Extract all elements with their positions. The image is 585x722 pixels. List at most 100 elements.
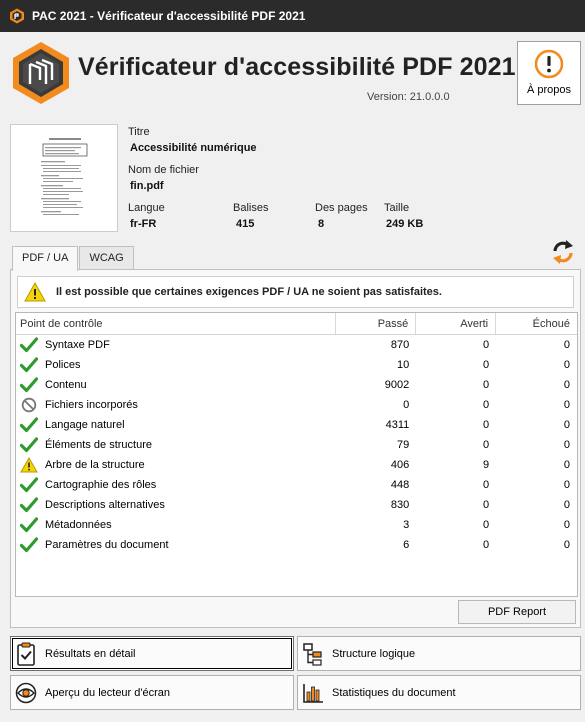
filename-value: fin.pdf (130, 180, 164, 192)
clipboard-check-icon (17, 642, 35, 666)
table-row[interactable]: Langage naturel 4311 0 0 (16, 415, 577, 435)
language-label: Langue (128, 202, 165, 214)
screen-reader-preview-button[interactable]: Aperçu du lecteur d'écran (10, 675, 294, 710)
detailed-results-button[interactable]: Résultats en détail (10, 636, 294, 671)
passed-count: 79 (397, 439, 410, 451)
warned-count: 0 (483, 439, 490, 451)
size-label: Taille (384, 202, 410, 214)
tags-value: 415 (236, 218, 255, 230)
document-thumbnail (10, 124, 118, 232)
warning-icon (20, 457, 45, 473)
tab-strip: PDF / UA WCAG (12, 246, 134, 271)
warned-count: 0 (483, 499, 490, 511)
checkpoint-name: Éléments de structure (45, 439, 152, 451)
structure-tree-icon (303, 642, 322, 666)
info-exclamation-icon (534, 49, 564, 79)
warned-count: 0 (483, 419, 490, 431)
table-row[interactable]: Contenu 9002 0 0 (16, 375, 577, 395)
tags-label: Balises (233, 202, 269, 214)
header-failed[interactable]: Échoué (496, 313, 577, 334)
warned-count: 0 (483, 519, 490, 531)
warned-count: 0 (483, 339, 490, 351)
failed-count: 0 (563, 479, 570, 491)
logical-structure-button[interactable]: Structure logique (297, 636, 581, 671)
warned-count: 0 (483, 479, 490, 491)
failed-count: 0 (563, 519, 570, 531)
failed-count: 0 (563, 459, 570, 471)
checkpoint-name: Polices (45, 359, 81, 371)
detailed-results-label: Résultats en détail (45, 647, 136, 660)
header-passed[interactable]: Passé (336, 313, 417, 334)
app-title: Vérificateur d'accessibilité PDF 2021 (78, 53, 516, 81)
passed-count: 9002 (384, 379, 410, 391)
check-icon (20, 477, 45, 493)
tab-wcag[interactable]: WCAG (79, 246, 134, 270)
pages-label: Des pages (315, 202, 368, 214)
failed-count: 0 (563, 399, 570, 411)
warned-count: 0 (483, 539, 490, 551)
document-statistics-button[interactable]: Statistiques du document (297, 675, 581, 710)
bar-chart-icon (303, 683, 323, 703)
check-icon (20, 497, 45, 513)
table-row[interactable]: Descriptions alternatives 830 0 0 (16, 495, 577, 515)
warned-count: 9 (483, 459, 490, 471)
checkpoint-name: Syntaxe PDF (45, 339, 110, 351)
table-row[interactable]: Arbre de la structure 406 9 0 (16, 455, 577, 475)
warned-count: 0 (483, 379, 490, 391)
check-icon (20, 517, 45, 533)
pdf-ua-panel: Il est possible que certaines exigences … (10, 269, 581, 628)
title-value: Accessibilité numérique (130, 142, 257, 154)
version-text: Version: 21.0.0.0 (367, 91, 450, 103)
check-icon (20, 357, 45, 373)
title-label: Titre (128, 126, 150, 138)
passed-count: 10 (397, 359, 410, 371)
failed-count: 0 (563, 439, 570, 451)
app-icon (10, 8, 24, 24)
check-icon (20, 337, 45, 353)
failed-count: 0 (563, 379, 570, 391)
about-button[interactable]: À propos (517, 41, 581, 105)
eye-icon (15, 682, 37, 703)
table-row[interactable]: Polices 10 0 0 (16, 355, 577, 375)
warning-message: Il est possible que certaines exigences … (56, 286, 442, 298)
table-row[interactable]: Métadonnées 3 0 0 (16, 515, 577, 535)
table-header: Point de contrôle Passé Averti Échoué (16, 313, 577, 335)
failed-count: 0 (563, 419, 570, 431)
refresh-icon[interactable] (551, 239, 575, 265)
not-applicable-icon (20, 397, 45, 413)
passed-count: 870 (390, 339, 410, 351)
check-icon (20, 417, 45, 433)
warning-banner: Il est possible que certaines exigences … (17, 276, 574, 308)
language-value: fr-FR (130, 218, 157, 230)
header-warned[interactable]: Averti (416, 313, 497, 334)
passed-count: 448 (390, 479, 410, 491)
failed-count: 0 (563, 539, 570, 551)
passed-count: 406 (390, 459, 410, 471)
check-icon (20, 437, 45, 453)
document-statistics-label: Statistiques du document (332, 686, 456, 699)
pac-logo (13, 42, 69, 104)
failed-count: 0 (563, 359, 570, 371)
header-checkpoint[interactable]: Point de contrôle (16, 313, 337, 334)
checkpoint-name: Paramètres du document (45, 539, 169, 551)
checkpoint-name: Contenu (45, 379, 87, 391)
passed-count: 6 (403, 539, 410, 551)
pdf-report-button[interactable]: PDF Report (458, 600, 576, 624)
warned-count: 0 (483, 399, 490, 411)
check-icon (20, 537, 45, 553)
tab-pdf-ua[interactable]: PDF / UA (12, 246, 79, 271)
checkpoint-name: Métadonnées (45, 519, 112, 531)
checkpoint-name: Cartographie des rôles (45, 479, 157, 491)
passed-count: 830 (390, 499, 410, 511)
table-row[interactable]: Éléments de structure 79 0 0 (16, 435, 577, 455)
failed-count: 0 (563, 339, 570, 351)
screen-reader-preview-label: Aperçu du lecteur d'écran (45, 686, 171, 699)
logical-structure-label: Structure logique (332, 647, 416, 660)
table-row[interactable]: Syntaxe PDF 870 0 0 (16, 335, 577, 355)
size-value: 249 KB (386, 218, 424, 230)
checkpoint-name: Langage naturel (45, 419, 125, 431)
table-row[interactable]: Paramètres du document 6 0 0 (16, 535, 577, 555)
failed-count: 0 (563, 499, 570, 511)
table-row[interactable]: Fichiers incorporés 0 0 0 (16, 395, 577, 415)
table-row[interactable]: Cartographie des rôles 448 0 0 (16, 475, 577, 495)
